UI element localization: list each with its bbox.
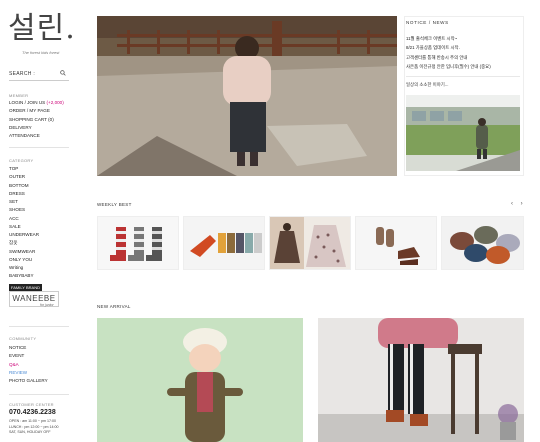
hours-holiday: SAT, SUN, HOLIDAY OFF xyxy=(9,430,51,434)
category-item-acc[interactable]: ACC xyxy=(9,215,39,223)
divider xyxy=(9,394,69,395)
product-thumb[interactable] xyxy=(355,216,437,270)
divider xyxy=(9,326,69,327)
family-brand-label: FAMILY BRAND xyxy=(9,284,42,291)
product-thumb[interactable] xyxy=(97,216,179,270)
member-title: MEMBER xyxy=(9,93,29,98)
hours-open: OPEN : am 11:00 ~ pm 17:00 xyxy=(9,419,56,423)
category-item-top[interactable]: TOP xyxy=(9,165,39,173)
notice-title: NOTICE / NEWS xyxy=(406,20,449,25)
community-item-qna[interactable]: Q&A xyxy=(9,361,48,369)
product-thumb[interactable] xyxy=(269,216,351,270)
community-item-photo-gallery[interactable]: PHOTO GALLERY xyxy=(9,377,48,385)
banner-photo-art xyxy=(97,16,397,176)
community-item-notice[interactable]: NOTICE xyxy=(9,344,48,352)
customer-center-title: CUSTOMER CENTER xyxy=(9,402,54,407)
community-title: COMMUNITY xyxy=(9,336,37,341)
logo[interactable]: 설린. xyxy=(8,14,76,44)
divider xyxy=(406,76,520,77)
login-join-label: LOGIN / JOIN US xyxy=(9,100,46,105)
attendance-link[interactable]: ATTENDANCE xyxy=(9,132,64,140)
customer-hours: OPEN : am 11:00 ~ pm 17:00 LUNCH : pm 12… xyxy=(9,419,58,436)
story-title: 일상의 소소한 이야기... xyxy=(406,82,449,87)
notice-item[interactable]: 8/21 가을상품 업데이트 시작. xyxy=(406,43,491,52)
category-item-sale[interactable]: SALE xyxy=(9,223,39,231)
divider xyxy=(9,147,69,148)
product-thumb[interactable] xyxy=(183,216,265,270)
category-item-writing[interactable]: Writing xyxy=(9,264,39,272)
stool-photo-art xyxy=(318,318,524,442)
story-photo-art xyxy=(406,95,520,171)
category-item-dress[interactable]: DRESS xyxy=(9,190,39,198)
notice-item[interactable]: 고객센터를 통해 반송시 주의 안내 xyxy=(406,53,491,62)
socks-color-art xyxy=(184,217,264,269)
dress-art xyxy=(270,217,350,269)
category-item-swimwear[interactable]: SWIMWEAR xyxy=(9,248,39,256)
delivery-link[interactable]: DELIVERY xyxy=(9,124,64,132)
category-item-bottom[interactable]: BOTTOM xyxy=(9,182,39,190)
category-menu: TOP OUTER BOTTOM DRESS SET SHOES ACC SAL… xyxy=(9,165,39,281)
hats-art xyxy=(442,217,523,269)
logo-tagline: The forest kids forest xyxy=(22,50,60,55)
notice-list: 11월 출석체크 이벤트 시작~ 8/21 가을상품 업데이트 시작. 고객센터… xyxy=(406,34,491,71)
girl-hat-photo-art xyxy=(97,318,303,442)
waneebe-brand-sub: for junior xyxy=(40,303,54,307)
customer-phone: 070.4236.2238 xyxy=(9,409,56,416)
category-item-set[interactable]: SET xyxy=(9,198,39,206)
category-title: CATEGORY xyxy=(9,158,34,163)
product-thumb[interactable] xyxy=(441,216,524,270)
notice-item[interactable]: 사은품 이전규정 안한 입니후(필수) 안내 (중요) xyxy=(406,62,491,71)
new-arrival-title: NEW ARRIVAL xyxy=(97,304,131,309)
search-input[interactable] xyxy=(9,80,69,81)
shoes-art xyxy=(356,217,436,269)
community-menu: NOTICE EVENT Q&A REVIEW PHOTO GALLERY xyxy=(9,344,48,385)
category-item-shoes[interactable]: SHOES xyxy=(9,206,39,214)
category-item-outer[interactable]: OUTER xyxy=(9,173,39,181)
community-item-review[interactable]: REVIEW xyxy=(9,369,48,377)
new-arrival-image[interactable] xyxy=(97,318,303,442)
notice-item[interactable]: 11월 출석체크 이벤트 시작~ xyxy=(406,34,491,43)
search-label: SEARCH : xyxy=(9,71,36,77)
search-icon[interactable] xyxy=(60,70,66,76)
mileage-badge: (+2,000) xyxy=(46,100,64,105)
main-banner-image[interactable] xyxy=(97,16,397,176)
order-mypage-link[interactable]: ORDER / MY PAGE xyxy=(9,107,64,115)
category-item-underwear[interactable]: UNDERWEAR xyxy=(9,231,39,239)
story-image[interactable] xyxy=(406,95,520,171)
community-item-event[interactable]: EVENT xyxy=(9,352,48,360)
socks-striped-art xyxy=(98,217,178,269)
login-join-link[interactable]: LOGIN / JOIN US (+2,000) xyxy=(9,99,64,107)
new-arrival-image[interactable] xyxy=(318,318,524,442)
weekly-best-title: WEEKLY BEST xyxy=(97,202,132,207)
category-item-sleepwear[interactable]: 잠옷 xyxy=(9,239,39,247)
member-menu: LOGIN / JOIN US (+2,000) ORDER / MY PAGE… xyxy=(9,99,64,140)
carousel-arrows[interactable]: ‹ › xyxy=(511,201,526,207)
shopping-cart-link[interactable]: SHOPPING CART (0) xyxy=(9,116,64,124)
category-item-only-you[interactable]: ONLY YOU xyxy=(9,256,39,264)
category-item-babybaby[interactable]: BABYBABY xyxy=(9,272,39,280)
